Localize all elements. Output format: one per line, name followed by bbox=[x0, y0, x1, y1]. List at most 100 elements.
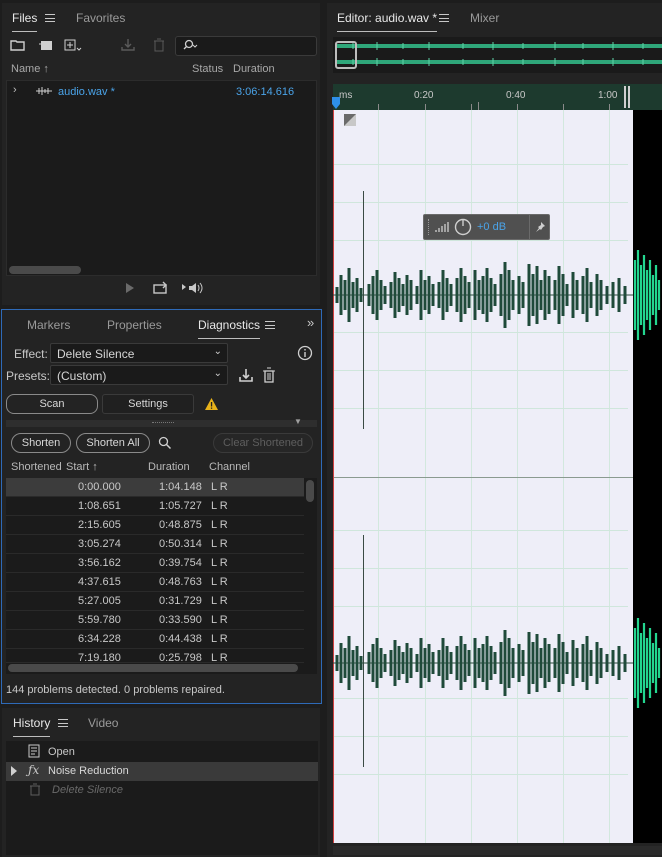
scan-button[interactable]: Scan bbox=[6, 394, 98, 414]
editor-hscrollbar[interactable] bbox=[333, 846, 662, 855]
sort-up-icon: ↑ bbox=[43, 63, 49, 75]
file-list: › audio.wav * 3:06:14.616 bbox=[6, 80, 317, 276]
audio-file-icon bbox=[36, 86, 52, 99]
ruler-label: ms bbox=[339, 90, 353, 101]
history-item-label: Open bbox=[48, 746, 75, 758]
history-tabbar: History Video bbox=[2, 708, 320, 737]
shorten-all-button[interactable]: Shorten All bbox=[76, 433, 150, 453]
col-start[interactable]: Start ↑ bbox=[66, 461, 98, 473]
pin-icon[interactable] bbox=[534, 221, 546, 236]
info-icon[interactable] bbox=[297, 345, 313, 364]
table-row[interactable]: 4:37.615 0:48.763 L R bbox=[6, 573, 304, 592]
history-item-label: Noise Reduction bbox=[48, 765, 129, 777]
col-shortened[interactable]: Shortened bbox=[11, 461, 62, 473]
files-scrollbar[interactable] bbox=[9, 266, 81, 274]
settings-button[interactable]: Settings bbox=[102, 394, 194, 414]
table-row[interactable]: 5:59.780 0:33.590 L R bbox=[6, 611, 304, 630]
waveform-overview[interactable] bbox=[333, 37, 662, 73]
table-row[interactable]: 2:15.605 0:48.875 L R bbox=[6, 516, 304, 535]
diagnostics-menu-icon[interactable] bbox=[265, 321, 275, 329]
chevron-down-icon: ⌄ bbox=[213, 368, 222, 379]
tab-files[interactable]: Files bbox=[12, 11, 38, 32]
editor-menu-icon[interactable] bbox=[439, 14, 449, 22]
open-folder-icon[interactable] bbox=[10, 38, 26, 54]
save-preset-icon[interactable] bbox=[238, 367, 254, 386]
new-file-icon[interactable] bbox=[64, 38, 82, 54]
delete-preset-icon[interactable] bbox=[262, 367, 276, 386]
table-row[interactable]: 5:27.005 0:31.729 L R bbox=[6, 592, 304, 611]
table-row[interactable]: 6:34.228 0:44.438 L R bbox=[6, 630, 304, 649]
waveform-selection-preview bbox=[633, 250, 661, 708]
col-status[interactable]: Status bbox=[192, 63, 223, 75]
expand-chevron-icon[interactable]: › bbox=[13, 84, 17, 96]
tab-editor[interactable]: Editor: audio.wav * bbox=[337, 11, 438, 32]
level-meter-icon bbox=[435, 221, 451, 236]
history-menu-icon[interactable] bbox=[58, 719, 68, 727]
table-row[interactable]: 0:00.000 1:04.148 L R bbox=[6, 478, 304, 497]
file-row[interactable]: › audio.wav * 3:06:14.616 bbox=[7, 83, 316, 101]
editor-tabbar: Editor: audio.wav * Mixer bbox=[327, 3, 662, 32]
hud-divider bbox=[529, 215, 530, 239]
play-icon[interactable] bbox=[125, 282, 135, 297]
chevron-down-icon[interactable]: ▼ bbox=[294, 417, 302, 426]
tab-history[interactable]: History bbox=[13, 716, 51, 737]
clear-shortened-button[interactable]: Clear Shortened bbox=[213, 433, 313, 453]
volume-knob-icon[interactable] bbox=[454, 218, 472, 239]
ruler-tick bbox=[478, 102, 479, 110]
tab-mixer[interactable]: Mixer bbox=[470, 11, 499, 25]
col-duration[interactable]: Duration bbox=[148, 461, 190, 473]
table-hscrollbar[interactable] bbox=[8, 664, 298, 672]
import-icon[interactable] bbox=[38, 38, 54, 54]
tab-favorites[interactable]: Favorites bbox=[76, 11, 125, 25]
files-tabbar: Files Favorites bbox=[2, 3, 320, 32]
table-row[interactable]: 3:56.162 0:39.754 L R bbox=[6, 554, 304, 573]
tab-video[interactable]: Video bbox=[88, 716, 118, 730]
tab-diagnostics[interactable]: Diagnostics bbox=[198, 318, 261, 339]
zoom-to-selection-icon[interactable] bbox=[158, 436, 172, 453]
presets-select[interactable]: (Custom) ⌄ bbox=[50, 365, 228, 385]
tab-properties[interactable]: Properties bbox=[107, 318, 162, 332]
collapse-divider[interactable]: ▼ bbox=[6, 417, 317, 427]
tab-markers[interactable]: Markers bbox=[27, 318, 70, 332]
col-channel[interactable]: Channel bbox=[209, 461, 250, 473]
table-row[interactable]: 3:05.274 0:50.314 L R bbox=[6, 535, 304, 554]
table-vscrollbar[interactable] bbox=[306, 480, 314, 502]
trash-icon[interactable] bbox=[151, 38, 167, 54]
diagnostics-status: 144 problems detected. 0 problems repair… bbox=[6, 684, 225, 696]
files-panel: Files Favorites Name ↑ Status Duration ›… bbox=[2, 3, 320, 305]
table-row[interactable]: 7:19.180 0:25.798 L R bbox=[6, 649, 304, 663]
files-menu-icon[interactable] bbox=[45, 14, 55, 22]
history-item-open[interactable]: Open bbox=[6, 743, 318, 762]
overview-viewport-handle[interactable] bbox=[335, 41, 357, 69]
view-end-handle[interactable] bbox=[624, 86, 630, 108]
volume-value[interactable]: +0 dB bbox=[477, 221, 506, 233]
volume-hud[interactable]: +0 dB bbox=[423, 214, 550, 240]
auto-play-icon[interactable] bbox=[181, 281, 203, 298]
overview-waveform bbox=[333, 37, 662, 73]
expand-panels-icon[interactable]: » bbox=[307, 315, 314, 330]
shorten-button[interactable]: Shorten bbox=[11, 433, 71, 453]
editor-panel: Editor: audio.wav * Mixer ms 0:20 0:40 1… bbox=[327, 3, 662, 857]
col-duration[interactable]: Duration bbox=[233, 63, 275, 75]
fx-icon: ƒx bbox=[28, 763, 40, 777]
out-of-range-area bbox=[633, 110, 662, 843]
presets-label: Presets: bbox=[6, 369, 51, 383]
history-item-delete-silence[interactable]: Delete Silence bbox=[6, 781, 318, 800]
search-icon bbox=[182, 39, 198, 56]
sort-up-icon: ↑ bbox=[92, 461, 98, 473]
history-panel: History Video Open ƒx Noise Reduction De… bbox=[2, 708, 320, 857]
files-search-input[interactable] bbox=[175, 36, 317, 56]
effect-select[interactable]: Delete Silence ⌄ bbox=[50, 343, 228, 363]
history-item-noise-reduction[interactable]: ƒx Noise Reduction bbox=[6, 762, 318, 781]
warning-icon bbox=[204, 397, 219, 414]
col-name[interactable]: Name ↑ bbox=[11, 63, 49, 75]
hud-grip-icon[interactable] bbox=[428, 219, 432, 235]
history-item-label: Delete Silence bbox=[52, 784, 123, 796]
loop-icon[interactable] bbox=[153, 281, 169, 298]
file-name: audio.wav * bbox=[58, 86, 115, 98]
time-ruler[interactable]: ms 0:20 0:40 1:00 bbox=[332, 84, 662, 110]
waveform-display[interactable]: +0 dB bbox=[333, 110, 662, 843]
insert-into-multitrack-icon[interactable] bbox=[120, 38, 136, 54]
diagnostics-panel: Markers Properties Diagnostics » Effect:… bbox=[1, 309, 322, 704]
table-row[interactable]: 1:08.651 1:05.727 L R bbox=[6, 497, 304, 516]
